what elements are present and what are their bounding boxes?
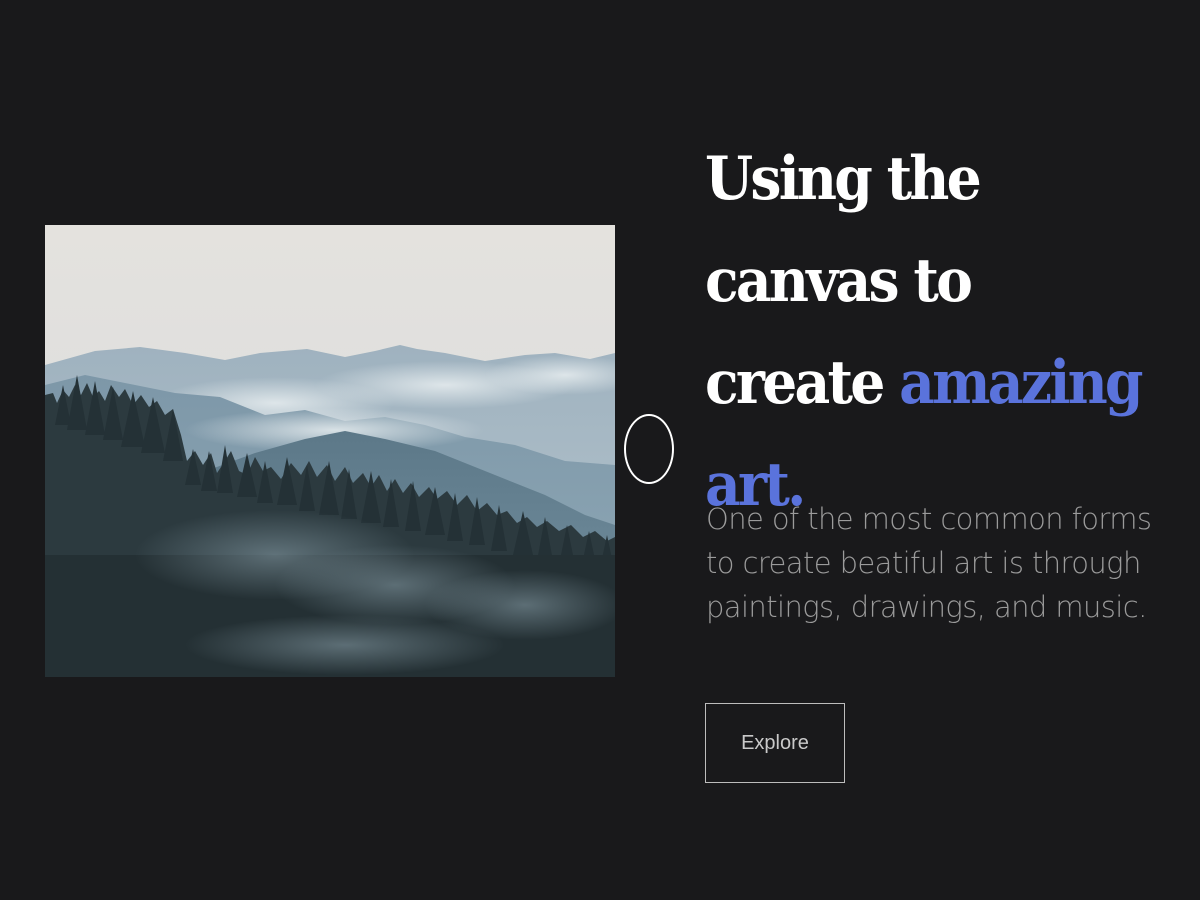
- page: Using the canvas to create amazing art. …: [0, 0, 1200, 900]
- hero-heading: Using the canvas to create amazing art.: [705, 128, 1147, 536]
- hero-image: [45, 225, 615, 677]
- mountain-forest-image: [45, 225, 615, 677]
- hero-description: One of the most common forms to create b…: [706, 502, 1152, 624]
- explore-button[interactable]: Explore: [705, 703, 845, 783]
- circle-cursor-icon: [624, 414, 674, 484]
